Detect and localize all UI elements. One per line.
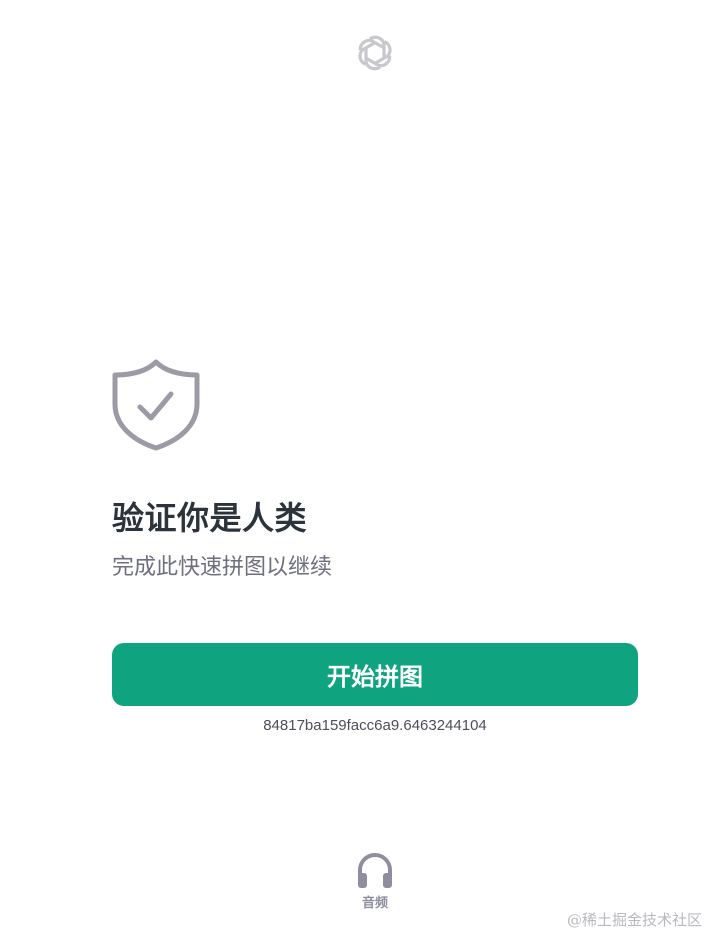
watermark-text: @稀土掘金技术社区 [566, 911, 702, 929]
page-title: 验证你是人类 [112, 500, 308, 536]
openai-logo-icon [358, 35, 392, 71]
verification-page: 验证你是人类 完成此快速拼图以继续 开始拼图 84817ba159facc6a9… [0, 0, 708, 935]
shield-check-icon [112, 359, 200, 451]
page-subtitle: 完成此快速拼图以继续 [112, 554, 333, 579]
audio-challenge-button[interactable]: 音频 [345, 850, 405, 916]
audio-label: 音频 [361, 895, 388, 910]
start-puzzle-button[interactable]: 开始拼图 [112, 643, 638, 706]
session-id-text: 84817ba159facc6a9.6463244104 [263, 717, 487, 734]
headphones-icon [358, 853, 392, 888]
